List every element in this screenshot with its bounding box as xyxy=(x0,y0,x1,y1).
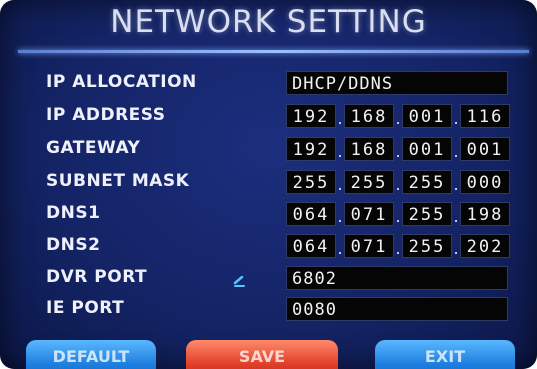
octet-separator: . xyxy=(395,239,401,258)
gateway-octet-3[interactable]: 001 xyxy=(402,137,452,161)
network-setting-screen: NETWORK SETTING IP ALLOCATION DHCP/DDNS … xyxy=(0,0,537,369)
octet-separator: . xyxy=(453,142,459,161)
page-title: NETWORK SETTING xyxy=(110,4,427,40)
dns1-row: DNS1 064 . 071 . 255 . 198 xyxy=(0,200,537,228)
dns2-row: DNS2 064 . 071 . 255 . 202 xyxy=(0,232,537,260)
dvr-port-row: DVR PORT 6802 xyxy=(0,264,537,292)
subnet-mask-octet-1[interactable]: 255 xyxy=(286,170,336,194)
subnet-mask-label: SUBNET MASK xyxy=(46,171,190,191)
gateway-octet-1[interactable]: 192 xyxy=(286,137,336,161)
default-button[interactable]: DEFAULT xyxy=(26,340,156,369)
ip-allocation-select[interactable]: DHCP/DDNS xyxy=(286,71,508,95)
octet-separator: . xyxy=(337,239,343,258)
ie-port-row: IE PORT 0080 xyxy=(0,295,537,323)
octet-separator: . xyxy=(453,239,459,258)
dns2-label: DNS2 xyxy=(46,235,101,255)
octet-separator: . xyxy=(453,109,459,128)
ip-address-label: IP ADDRESS xyxy=(46,105,166,125)
dns1-octet-3[interactable]: 255 xyxy=(402,202,452,226)
octet-separator: . xyxy=(395,109,401,128)
gateway-label: GATEWAY xyxy=(46,138,141,158)
ip-address-octet-4[interactable]: 116 xyxy=(460,104,510,128)
ie-port-label: IE PORT xyxy=(46,298,125,318)
dvr-port-input[interactable]: 6802 xyxy=(286,266,508,290)
dns1-octet-2[interactable]: 071 xyxy=(344,202,394,226)
octet-separator: . xyxy=(337,109,343,128)
dns1-octet-4[interactable]: 198 xyxy=(460,202,510,226)
gateway-octet-2[interactable]: 168 xyxy=(344,137,394,161)
dns2-octet-4[interactable]: 202 xyxy=(460,234,510,258)
save-button[interactable]: SAVE xyxy=(186,340,338,369)
ip-address-octet-2[interactable]: 168 xyxy=(344,104,394,128)
ie-port-input[interactable]: 0080 xyxy=(286,297,508,321)
dns1-label: DNS1 xyxy=(46,203,101,223)
ip-address-row: IP ADDRESS 192 . 168 . 001 . 116 xyxy=(0,102,537,130)
octet-separator: . xyxy=(395,207,401,226)
dns2-octet-2[interactable]: 071 xyxy=(344,234,394,258)
dns2-octet-1[interactable]: 064 xyxy=(286,234,336,258)
ip-address-octet-3[interactable]: 001 xyxy=(402,104,452,128)
octet-separator: . xyxy=(337,207,343,226)
dns1-octet-1[interactable]: 064 xyxy=(286,202,336,226)
subnet-mask-octet-4[interactable]: 000 xyxy=(460,170,510,194)
gateway-row: GATEWAY 192 . 168 . 001 . 001 xyxy=(0,135,537,163)
subnet-mask-octet-2[interactable]: 255 xyxy=(344,170,394,194)
exit-button[interactable]: EXIT xyxy=(375,340,515,369)
octet-separator: . xyxy=(395,142,401,161)
ip-allocation-label: IP ALLOCATION xyxy=(46,72,197,92)
dvr-port-label: DVR PORT xyxy=(46,267,148,287)
octet-separator: . xyxy=(337,142,343,161)
gateway-octet-4[interactable]: 001 xyxy=(460,137,510,161)
octet-separator: . xyxy=(453,207,459,226)
title-divider xyxy=(18,50,529,53)
ip-allocation-row: IP ALLOCATION DHCP/DDNS xyxy=(0,69,537,97)
cursor-icon xyxy=(233,276,245,287)
octet-separator: . xyxy=(337,175,343,194)
dns2-octet-3[interactable]: 255 xyxy=(402,234,452,258)
octet-separator: . xyxy=(453,175,459,194)
octet-separator: . xyxy=(395,175,401,194)
subnet-mask-row: SUBNET MASK 255 . 255 . 255 . 000 xyxy=(0,168,537,196)
ip-address-octet-1[interactable]: 192 xyxy=(286,104,336,128)
subnet-mask-octet-3[interactable]: 255 xyxy=(402,170,452,194)
